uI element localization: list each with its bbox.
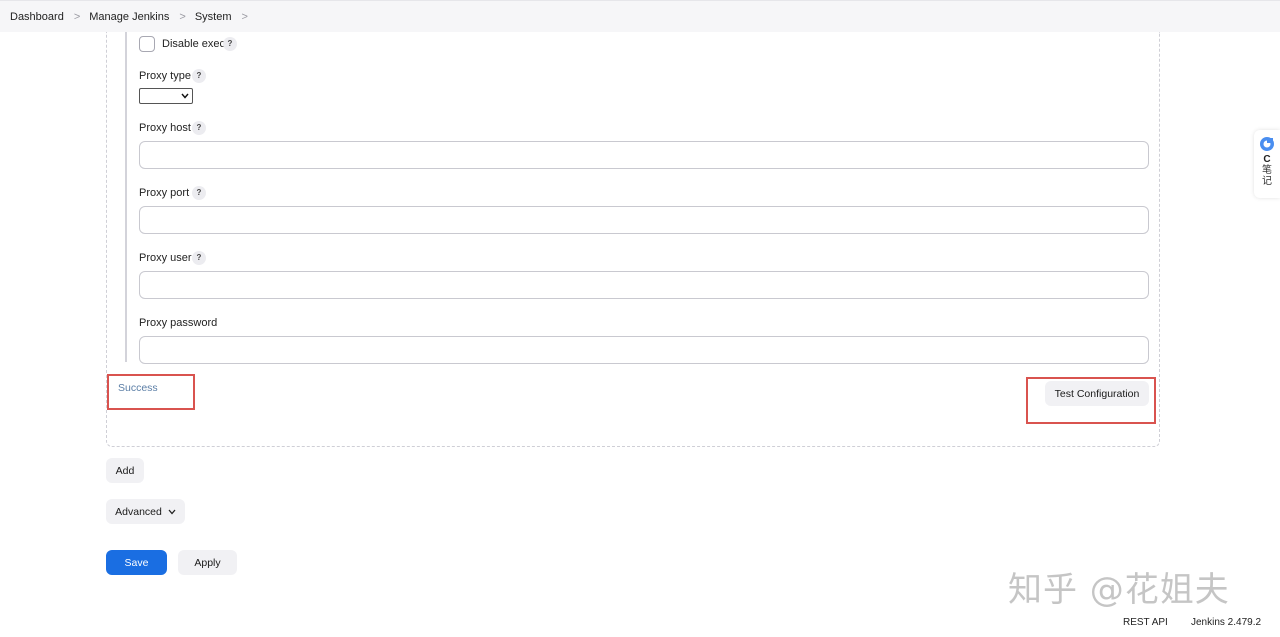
help-icon[interactable]: ? (192, 251, 206, 265)
proxy-port-input[interactable] (139, 206, 1149, 234)
side-panel-text-1: 笔 (1262, 165, 1272, 176)
chevron-right-icon: > (73, 10, 81, 23)
highlight-box (1026, 377, 1156, 424)
help-icon[interactable]: ? (192, 121, 206, 135)
disable-exec-checkbox[interactable] (139, 36, 155, 52)
save-button[interactable]: Save (106, 550, 167, 575)
proxy-user-label: Proxy user (139, 252, 192, 264)
help-icon[interactable]: ? (192, 69, 206, 83)
help-icon[interactable]: ? (223, 37, 237, 51)
chevron-down-icon (181, 93, 189, 99)
proxy-host-input[interactable] (139, 141, 1149, 169)
rest-api-link[interactable]: REST API (1123, 617, 1168, 628)
proxy-port-label: Proxy port (139, 187, 190, 199)
proxy-type-select[interactable] (139, 88, 193, 104)
proxy-password-input[interactable] (139, 336, 1149, 364)
breadcrumb-manage-jenkins[interactable]: Manage Jenkins (89, 11, 169, 23)
side-panel-letter: C (1263, 154, 1271, 165)
note-app-icon (1260, 137, 1274, 151)
watermark: 知乎 @花姐夫 (1008, 570, 1230, 610)
proxy-type-label: Proxy type (139, 70, 191, 82)
chevron-right-icon: > (179, 10, 186, 23)
side-panel-text-2: 记 (1262, 176, 1272, 187)
proxy-password-label: Proxy password (139, 317, 218, 329)
advanced-label: Advanced (115, 505, 162, 518)
section-indent-line (125, 32, 127, 362)
chevron-down-icon (168, 509, 176, 514)
advanced-button[interactable]: Advanced (106, 499, 185, 524)
breadcrumb-system[interactable]: System (195, 11, 232, 23)
chevron-right-icon[interactable]: > (242, 11, 248, 23)
apply-button[interactable]: Apply (178, 550, 237, 575)
side-note-panel[interactable]: C 笔 记 (1254, 130, 1280, 198)
cloud-config-section (106, 32, 1160, 447)
highlight-box (107, 374, 195, 410)
proxy-user-input[interactable] (139, 271, 1149, 299)
version-link[interactable]: Jenkins 2.479.2 (1191, 617, 1261, 628)
help-icon[interactable]: ? (192, 186, 206, 200)
breadcrumb-dashboard[interactable]: Dashboard (10, 11, 64, 23)
disable-exec-label: Disable exec (162, 38, 225, 50)
add-button[interactable]: Add (106, 458, 144, 483)
breadcrumb: Dashboard > Manage Jenkins > System > (0, 0, 1280, 32)
proxy-host-label: Proxy host (139, 122, 191, 134)
